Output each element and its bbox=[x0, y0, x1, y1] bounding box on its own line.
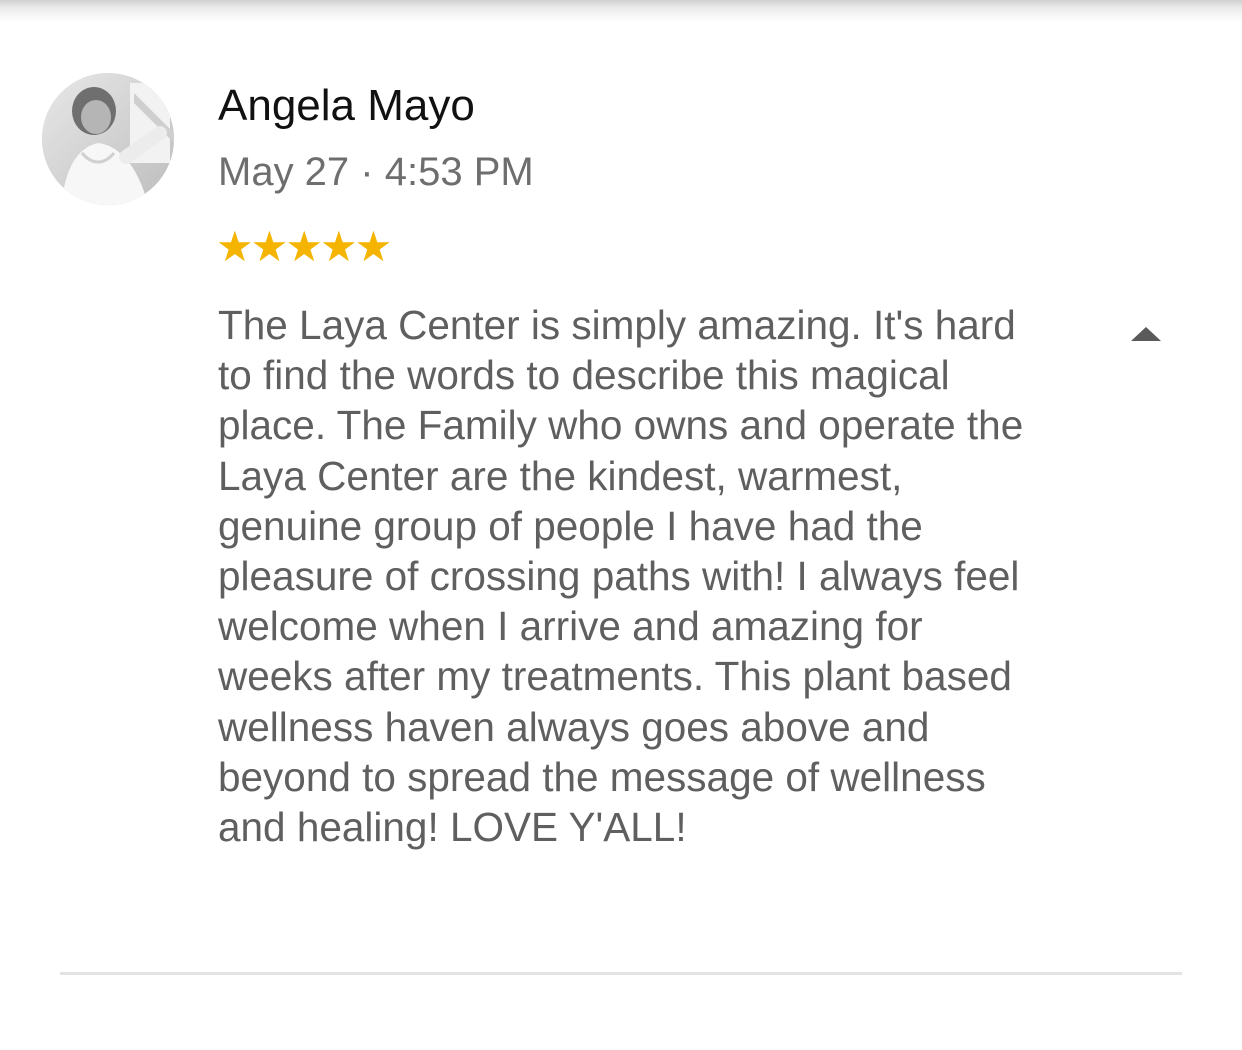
review-date: May 27 bbox=[218, 150, 350, 194]
review-time: 4:53 PM bbox=[384, 150, 534, 194]
divider bbox=[60, 972, 1182, 975]
avatar-photo bbox=[42, 73, 174, 205]
caret-up-icon bbox=[1131, 327, 1161, 341]
avatar[interactable] bbox=[42, 73, 174, 205]
review-text: The Laya Center is simply amazing. It's … bbox=[218, 302, 1024, 851]
star-icon: ★ bbox=[354, 222, 393, 271]
review-card: Angela Mayo May 27 · 4:53 PM ★ ★ ★ ★ ★ The L… bbox=[0, 0, 1242, 1050]
star-icon: ★ bbox=[216, 222, 254, 271]
star-rating: ★ ★ ★ ★ ★ bbox=[216, 222, 392, 272]
collapse-toggle[interactable] bbox=[1124, 318, 1168, 350]
star-icon: ★ bbox=[250, 222, 289, 271]
author-name[interactable]: Angela Mayo bbox=[218, 80, 475, 132]
timestamp-separator: · bbox=[360, 150, 374, 194]
star-icon: ★ bbox=[319, 222, 358, 271]
review-timestamp: May 27 · 4:53 PM bbox=[218, 148, 534, 196]
star-icon: ★ bbox=[285, 222, 323, 271]
